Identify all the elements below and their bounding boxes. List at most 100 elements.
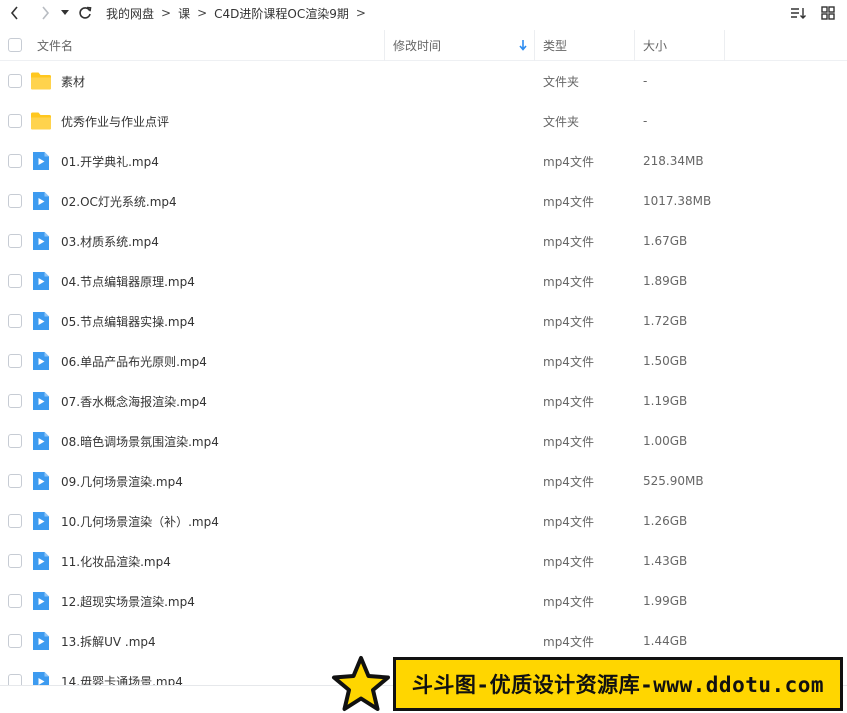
file-name[interactable]: 12.超现实场景渲染.mp4 — [61, 593, 195, 610]
history-dropdown-button[interactable] — [58, 2, 72, 24]
file-type: 文件夹 — [543, 74, 580, 89]
file-name[interactable]: 06.单品产品布光原则.mp4 — [61, 353, 207, 370]
folder-icon — [30, 111, 52, 131]
grid-view-button[interactable] — [817, 2, 839, 24]
column-header-name[interactable]: 文件名 — [37, 30, 73, 61]
select-all-checkbox[interactable] — [8, 38, 22, 52]
row-checkbox[interactable] — [8, 514, 22, 528]
file-size: 1.50GB — [643, 354, 688, 368]
file-type: mp4文件 — [543, 634, 594, 649]
column-header-size[interactable]: 大小 — [643, 30, 667, 61]
refresh-icon — [79, 6, 92, 19]
file-size: - — [643, 74, 648, 88]
file-row[interactable]: 01.开学典礼.mp4 mp4文件 218.34MB — [0, 141, 847, 181]
file-name[interactable]: 14.毋婴卡通场景.mp4 — [61, 673, 183, 687]
file-type: mp4文件 — [543, 594, 594, 609]
watermark-text: 斗斗图-优质设计资源库-www.ddotu.com — [411, 673, 825, 697]
row-checkbox[interactable] — [8, 314, 22, 328]
file-name[interactable]: 素材 — [61, 73, 85, 90]
file-row[interactable]: 13.拆解UV .mp4 mp4文件 1.44GB — [0, 621, 847, 661]
row-checkbox[interactable] — [8, 154, 22, 168]
video-file-icon — [30, 511, 52, 531]
video-file-icon — [30, 551, 52, 571]
breadcrumb-item-current[interactable]: C4D进阶课程OC渲染9期 — [214, 5, 349, 22]
row-checkbox[interactable] — [8, 234, 22, 248]
row-checkbox[interactable] — [8, 554, 22, 568]
sort-button[interactable] — [787, 2, 809, 24]
column-header-type[interactable]: 类型 — [543, 30, 567, 61]
file-size: 1.72GB — [643, 314, 688, 328]
file-row[interactable]: 12.超现实场景渲染.mp4 mp4文件 1.99GB — [0, 581, 847, 621]
video-file-icon — [30, 351, 52, 371]
file-name[interactable]: 07.香水概念海报渲染.mp4 — [61, 393, 207, 410]
file-name[interactable]: 04.节点编辑器原理.mp4 — [61, 273, 195, 290]
file-name[interactable]: 11.化妆品渲染.mp4 — [61, 553, 171, 570]
file-type: mp4文件 — [543, 554, 594, 569]
video-file-icon — [30, 151, 52, 171]
file-row[interactable]: 06.单品产品布光原则.mp4 mp4文件 1.50GB — [0, 341, 847, 381]
row-checkbox[interactable] — [8, 194, 22, 208]
file-type: mp4文件 — [543, 474, 594, 489]
breadcrumb-item-root[interactable]: 我的网盘 — [106, 5, 154, 22]
file-size: 1.43GB — [643, 554, 688, 568]
file-type: 文件夹 — [543, 114, 580, 129]
file-name[interactable]: 13.拆解UV .mp4 — [61, 633, 156, 650]
row-checkbox[interactable] — [8, 274, 22, 288]
back-button[interactable] — [4, 2, 26, 24]
breadcrumb-separator: > — [197, 6, 208, 20]
file-row[interactable]: 08.暗色调场景氛围渲染.mp4 mp4文件 1.00GB — [0, 421, 847, 461]
row-checkbox[interactable] — [8, 434, 22, 448]
row-checkbox[interactable] — [8, 594, 22, 608]
file-name[interactable]: 08.暗色调场景氛围渲染.mp4 — [61, 433, 219, 450]
sort-arrow-icon — [519, 30, 527, 61]
file-row[interactable]: 02.OC灯光系统.mp4 mp4文件 1017.38MB — [0, 181, 847, 221]
file-row[interactable]: 素材 文件夹 - — [0, 61, 847, 101]
row-checkbox[interactable] — [8, 354, 22, 368]
column-divider[interactable] — [634, 30, 635, 61]
file-name[interactable]: 03.材质系统.mp4 — [61, 233, 159, 250]
file-name[interactable]: 01.开学典礼.mp4 — [61, 153, 159, 170]
file-size: 1017.38MB — [643, 194, 712, 208]
row-checkbox[interactable] — [8, 474, 22, 488]
row-checkbox[interactable] — [8, 74, 22, 88]
row-checkbox[interactable] — [8, 634, 22, 648]
file-type: mp4文件 — [543, 354, 594, 369]
file-row[interactable]: 11.化妆品渲染.mp4 mp4文件 1.43GB — [0, 541, 847, 581]
sort-list-icon — [791, 8, 806, 19]
file-row[interactable]: 04.节点编辑器原理.mp4 mp4文件 1.89GB — [0, 261, 847, 301]
folder-icon — [30, 71, 52, 91]
file-row[interactable]: 05.节点编辑器实操.mp4 mp4文件 1.72GB — [0, 301, 847, 341]
column-divider[interactable] — [384, 30, 385, 61]
row-checkbox[interactable] — [8, 114, 22, 128]
file-name[interactable]: 优秀作业与作业点评 — [61, 113, 169, 130]
file-name[interactable]: 05.节点编辑器实操.mp4 — [61, 313, 195, 330]
file-row[interactable]: 03.材质系统.mp4 mp4文件 1.67GB — [0, 221, 847, 261]
toolbar: 我的网盘 > 课 > C4D进阶课程OC渲染9期 > — [0, 0, 847, 26]
file-size: 1.00GB — [643, 434, 688, 448]
chevron-left-icon — [10, 6, 18, 20]
file-type: mp4文件 — [543, 434, 594, 449]
file-row[interactable]: 10.几何场景渲染（补）.mp4 mp4文件 1.26GB — [0, 501, 847, 541]
file-row[interactable]: 优秀作业与作业点评 文件夹 - — [0, 101, 847, 141]
file-name[interactable]: 10.几何场景渲染（补）.mp4 — [61, 513, 219, 530]
column-divider[interactable] — [724, 30, 725, 61]
file-size: - — [643, 114, 648, 128]
video-file-icon — [30, 311, 52, 331]
file-row[interactable]: 09.几何场景渲染.mp4 mp4文件 525.90MB — [0, 461, 847, 501]
breadcrumb-separator: > — [161, 6, 172, 20]
forward-button[interactable] — [34, 2, 56, 24]
file-size: 1.67GB — [643, 234, 688, 248]
caret-down-icon — [61, 10, 69, 15]
file-row[interactable]: 07.香水概念海报渲染.mp4 mp4文件 1.19GB — [0, 381, 847, 421]
file-name[interactable]: 09.几何场景渲染.mp4 — [61, 473, 183, 490]
star-logo-icon — [332, 656, 390, 711]
breadcrumb-item-course[interactable]: 课 — [178, 5, 190, 22]
column-divider[interactable] — [534, 30, 535, 61]
refresh-button[interactable] — [74, 2, 96, 24]
row-checkbox[interactable] — [8, 394, 22, 408]
toolbar-right — [787, 0, 847, 26]
file-size: 1.99GB — [643, 594, 688, 608]
file-name[interactable]: 02.OC灯光系统.mp4 — [61, 193, 177, 210]
video-file-icon — [30, 431, 52, 451]
column-header-modified[interactable]: 修改时间 — [393, 30, 441, 61]
